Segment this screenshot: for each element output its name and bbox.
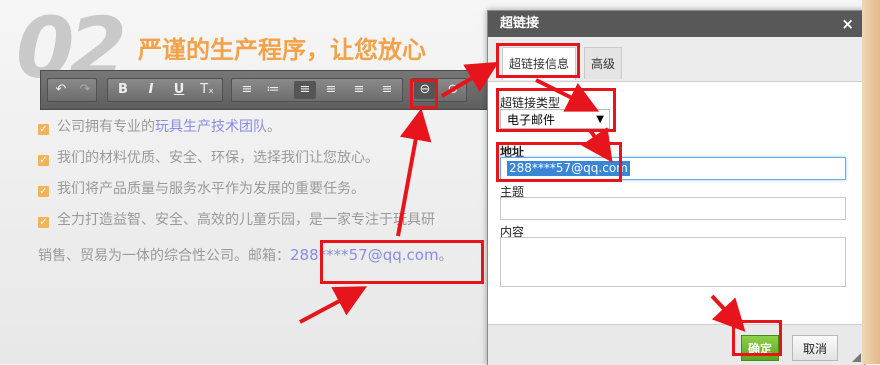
arrow-4 — [581, 127, 613, 163]
arrow-1 — [396, 108, 432, 237]
arrow-3 — [535, 78, 600, 112]
arrow-6 — [710, 294, 746, 332]
arrow-5 — [299, 286, 368, 324]
arrow-2 — [440, 61, 499, 98]
annotation-arrows — [299, 61, 746, 332]
